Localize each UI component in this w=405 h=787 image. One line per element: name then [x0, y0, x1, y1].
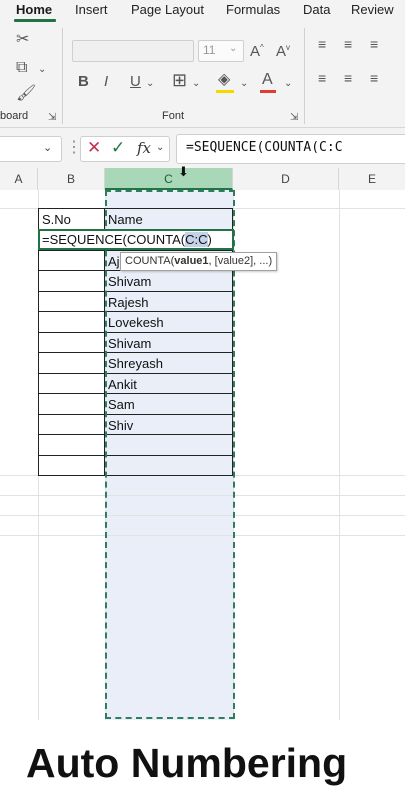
- font-group-label: Font: [162, 110, 185, 122]
- copy-icon[interactable]: ⧉: [16, 60, 27, 76]
- grow-font-icon[interactable]: A^: [250, 40, 264, 60]
- align-right-icon[interactable]: ≡: [370, 70, 378, 86]
- tab-insert[interactable]: Insert: [75, 2, 108, 17]
- column-header-b[interactable]: B: [38, 168, 105, 190]
- column-header-a[interactable]: A: [0, 168, 38, 190]
- clipboard-launcher-icon[interactable]: ⇲: [48, 110, 56, 126]
- align-middle-icon[interactable]: ≡: [344, 36, 352, 52]
- tab-page-layout[interactable]: Page Layout: [131, 2, 204, 17]
- ribbon-home-panel: ✂ ⧉ ⌄ 🖌 board ⇲ 11 ⌄ A^ Av B I U ⌄ ⊞ ⌄ ◈…: [0, 22, 405, 128]
- font-launcher-icon[interactable]: ⇲: [290, 110, 298, 126]
- font-color-swatch: [260, 90, 276, 93]
- borders-icon[interactable]: ⊞: [172, 71, 187, 89]
- name-box-dropdown-icon[interactable]: ⌄: [43, 141, 52, 154]
- header-sno: S.No: [42, 212, 71, 227]
- ribbon-tab-bar: Home Insert Page Layout Formulas Data Re…: [0, 0, 405, 22]
- format-painter-icon[interactable]: 🖌: [16, 86, 36, 102]
- formula-controls: ✕ ✓ fx ⌄: [80, 136, 170, 162]
- fill-color-dropdown-icon[interactable]: ⌄: [240, 76, 248, 92]
- active-cell-editor[interactable]: =SEQUENCE(COUNTA(C:C): [38, 229, 234, 250]
- bold-icon[interactable]: B: [78, 74, 89, 90]
- font-size-combo[interactable]: 11 ⌄: [198, 40, 244, 62]
- align-top-icon[interactable]: ≡: [318, 36, 326, 52]
- gridline: [339, 190, 340, 720]
- align-bottom-icon[interactable]: ≡: [370, 36, 378, 52]
- insert-function-icon[interactable]: fx: [137, 139, 151, 157]
- column-select-cursor-icon: ⬇: [178, 164, 189, 179]
- function-argument-tooltip[interactable]: COUNTA(value1, [value2], ...): [120, 252, 278, 271]
- align-center-icon[interactable]: ≡: [344, 70, 352, 86]
- font-color-icon[interactable]: A: [262, 72, 273, 88]
- tab-data[interactable]: Data: [303, 2, 330, 17]
- column-header-d[interactable]: D: [233, 168, 339, 190]
- column-header-c[interactable]: C: [105, 168, 233, 190]
- ribbon-divider: [62, 28, 63, 124]
- ribbon-divider: [304, 28, 305, 124]
- underline-icon[interactable]: U: [130, 74, 141, 90]
- video-caption: Auto Numbering: [26, 740, 348, 786]
- tab-home[interactable]: Home: [16, 2, 52, 17]
- tab-formulas[interactable]: Formulas: [226, 2, 280, 17]
- underline-dropdown-icon[interactable]: ⌄: [146, 76, 154, 92]
- font-color-dropdown-icon[interactable]: ⌄: [284, 76, 292, 92]
- range-reference: C:C: [185, 232, 208, 247]
- cut-icon[interactable]: ✂: [16, 32, 29, 48]
- clipboard-group-label: board: [0, 110, 29, 122]
- align-left-icon[interactable]: ≡: [318, 70, 326, 86]
- enter-icon[interactable]: ✓: [111, 138, 125, 158]
- worksheet-grid[interactable]: S.No Name Aj Shivam Rajesh Lovekesh Shiv…: [0, 190, 405, 786]
- font-size-dropdown-icon[interactable]: ⌄: [229, 43, 237, 54]
- fill-color-icon[interactable]: ◈: [218, 72, 230, 88]
- cell-formula-text: =SEQUENCE(COUNTA(C:C): [42, 232, 212, 247]
- formula-bar: ⌄ ⋮ ✕ ✓ fx ⌄ =SEQUENCE(COUNTA(C:C: [0, 128, 405, 168]
- font-family-combo[interactable]: [72, 40, 194, 62]
- cancel-icon[interactable]: ✕: [87, 138, 101, 158]
- fx-dropdown-icon[interactable]: ⌄: [156, 142, 164, 153]
- copy-dropdown-icon[interactable]: ⌄: [38, 62, 46, 78]
- borders-dropdown-icon[interactable]: ⌄: [192, 76, 200, 92]
- italic-icon[interactable]: I: [104, 74, 108, 90]
- name-box[interactable]: ⌄: [0, 136, 62, 162]
- fill-color-swatch: [216, 90, 234, 93]
- formula-text: =SEQUENCE(COUNTA(C:C: [186, 140, 343, 155]
- tab-review[interactable]: Review: [351, 2, 394, 17]
- column-headers: A B C D E ⬇: [0, 164, 405, 191]
- column-header-e[interactable]: E: [339, 168, 405, 190]
- font-size-value: 11: [203, 43, 216, 57]
- shrink-font-icon[interactable]: Av: [276, 40, 290, 60]
